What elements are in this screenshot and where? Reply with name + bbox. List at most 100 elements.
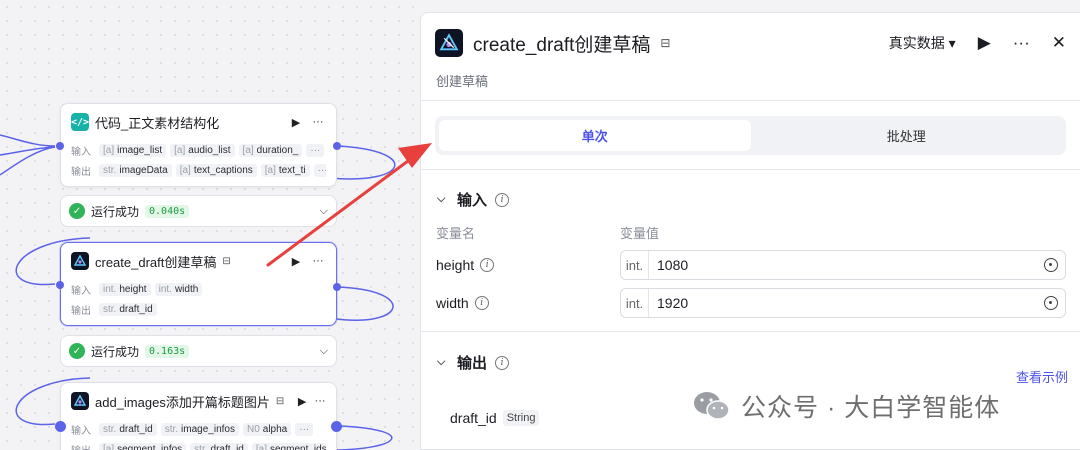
code-icon: </> [71, 113, 89, 131]
view-example-link[interactable]: 查看示例 [1016, 367, 1068, 386]
section-title: 输出 [457, 355, 488, 372]
run-icon[interactable]: ▶ [978, 33, 991, 53]
section-title: 输入 [457, 192, 488, 209]
workflow-node-code[interactable]: </> 代码_正文素材结构化 ▶ ··· 输入 [a] image_list [a… [56, 103, 341, 187]
status-text: 运行成功 [91, 344, 140, 359]
run-status-bar[interactable]: ✓ 运行成功 0.163s ⌵ [60, 335, 337, 367]
param-tag: str. imageData [99, 163, 172, 177]
more-icon[interactable]: ··· [310, 255, 326, 267]
run-mode-tabs: 单次 批处理 [435, 116, 1066, 155]
more-params-tag[interactable]: ··· [306, 143, 325, 157]
output-field-type: String [502, 410, 540, 426]
run-status-bar[interactable]: ✓ 运行成功 0.040s ⌵ [60, 195, 337, 227]
node-output-row: 输出 str. imageData [a] text_captions [a] tex… [71, 160, 326, 180]
param-tag: [a] text_captions [175, 163, 257, 177]
watermark-text: 公众号 · 大白学智能体 [741, 394, 1001, 422]
info-icon[interactable]: i [474, 296, 489, 310]
check-circle-icon: ✓ [69, 203, 85, 219]
chevron-down-icon[interactable]: ⌵ [320, 345, 328, 358]
workflow-node-add-images[interactable]: add_images添加开篇标题图片 ⊟ ▶ ··· 输入 str. draft_… [55, 382, 342, 450]
plugin-app-icon [71, 252, 89, 270]
more-icon[interactable]: ··· [314, 395, 326, 407]
variable-label: width i [436, 295, 489, 311]
column-header-name: 变量名 [436, 226, 476, 241]
param-tag: str. image_infos [160, 422, 239, 436]
node-title: add_images添加开篇标题图片 [95, 394, 270, 410]
status-text: 运行成功 [91, 204, 140, 219]
param-tag: [a] text_ti [260, 163, 310, 177]
input-value[interactable]: 1920 [649, 295, 1037, 311]
input-port[interactable] [56, 142, 64, 150]
plugin-app-icon [435, 29, 463, 57]
workflow-canvas[interactable]: </> 代码_正文素材结构化 ▶ ··· 输入 [a] image_list [a… [0, 0, 420, 450]
input-label: 输入 [71, 425, 91, 437]
more-icon[interactable]: ··· [1013, 33, 1030, 53]
watermark: 公众号 · 大白学智能体 [693, 388, 1000, 424]
output-port[interactable] [331, 421, 342, 432]
run-node-icon[interactable]: ▶ [288, 116, 304, 129]
data-mode-select[interactable]: 真实数据 ▾ [889, 33, 956, 53]
output-port[interactable] [333, 142, 341, 150]
param-tag: str. draft_id [190, 442, 248, 450]
variable-ref-icon[interactable] [1037, 296, 1065, 310]
param-tag: [a] duration_ [238, 143, 303, 157]
node-input-row: 输入 str. draft_id str. image_infos N0 alpha … [71, 419, 326, 439]
type-badge: int. [621, 289, 649, 317]
chevron-down-icon[interactable]: ⌵ [320, 205, 328, 218]
run-node-icon[interactable]: ▶ [296, 395, 308, 408]
info-icon[interactable]: i [480, 258, 495, 272]
param-tag: [a] audio_list [170, 143, 235, 157]
output-label: 输出 [71, 442, 95, 450]
input-port[interactable] [55, 421, 66, 432]
plugin-badge-icon: ⊟ [222, 255, 231, 267]
input-value[interactable]: 1080 [649, 257, 1037, 273]
param-tag: [a] segment_infos [99, 442, 187, 450]
input-label: 输入 [71, 285, 91, 297]
more-params-tag[interactable]: ··· [295, 422, 314, 436]
run-node-icon[interactable]: ▶ [288, 255, 304, 268]
plugin-badge-icon: ⊟ [275, 395, 285, 407]
node-title: create_draft创建草稿 [95, 254, 217, 270]
column-header-value: 变量值 [620, 226, 660, 241]
more-icon[interactable]: ··· [310, 116, 326, 128]
output-section-header[interactable]: ⌵ 输出 i [437, 352, 510, 373]
plugin-badge-icon: ⊟ [660, 36, 671, 50]
variable-label: height i [436, 257, 495, 273]
width-input[interactable]: int. 1920 [620, 288, 1066, 318]
output-field-row: draft_id String [450, 410, 540, 426]
output-port[interactable] [333, 283, 341, 291]
divider [421, 169, 1080, 170]
node-output-row: 输出 [a]segment_infos str.draft_id [a]segm… [71, 439, 326, 450]
tab-single[interactable]: 单次 [439, 120, 751, 151]
input-section-header[interactable]: ⌵ 输入 i [437, 189, 510, 210]
tab-batch[interactable]: 批处理 [751, 120, 1063, 151]
plugin-app-icon [71, 392, 89, 410]
panel-header: create_draft创建草稿 ⊟ 真实数据 ▾ ▶ ··· ✕ [435, 27, 1066, 59]
param-tag: int. width [154, 282, 203, 296]
info-icon[interactable]: i [495, 192, 510, 207]
input-port[interactable] [56, 281, 64, 289]
node-input-row: 输入 [a] image_list [a] audio_list [a] durati… [71, 140, 326, 160]
divider [421, 331, 1080, 332]
info-icon[interactable]: i [495, 355, 510, 370]
variable-ref-icon[interactable] [1037, 258, 1065, 272]
height-input[interactable]: int. 1080 [620, 250, 1066, 280]
type-badge: int. [621, 251, 649, 279]
param-tag: N0 alpha [242, 422, 292, 436]
duration-badge: 0.163s [145, 344, 190, 358]
output-label: 输出 [71, 305, 91, 317]
node-output-row: 输出 str. draft_id [71, 299, 326, 319]
output-label: 输出 [71, 166, 91, 178]
node-input-row: 输入 int. height int. width [71, 279, 326, 299]
workflow-node-create-draft[interactable]: create_draft创建草稿 ⊟ ▶ ··· 输入 int. height i… [56, 242, 341, 326]
chevron-down-icon: ⌵ [437, 356, 446, 368]
more-params-tag[interactable]: ··· [313, 163, 326, 177]
check-circle-icon: ✓ [69, 343, 85, 359]
input-label: 输入 [71, 146, 91, 158]
node-detail-panel: create_draft创建草稿 ⊟ 真实数据 ▾ ▶ ··· ✕ 创建草稿 单… [420, 12, 1080, 450]
param-tag: str. draft_id [99, 422, 157, 436]
param-tag: [a] segment_ids [251, 442, 326, 450]
param-tag: str. draft_id [99, 302, 157, 316]
param-tag: [a] image_list [99, 143, 167, 157]
close-icon[interactable]: ✕ [1052, 33, 1066, 53]
